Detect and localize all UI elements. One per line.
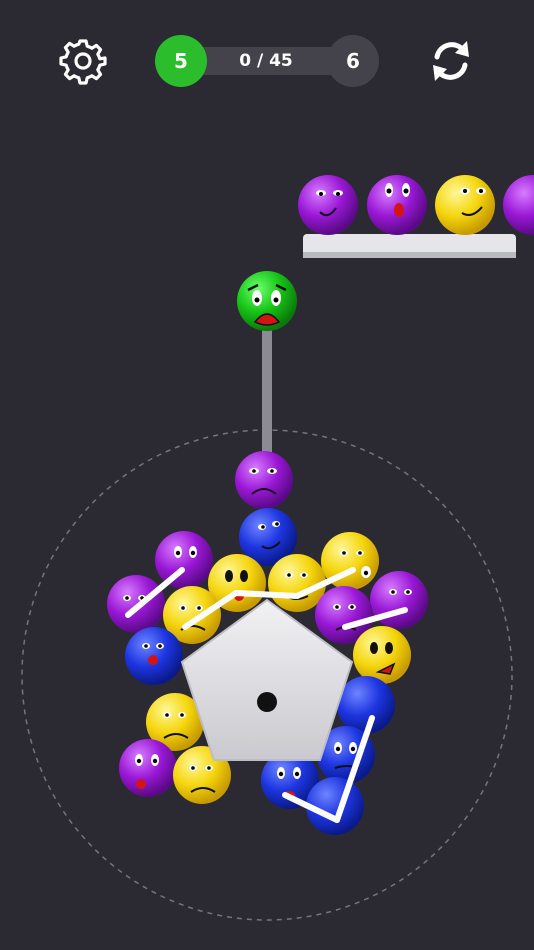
- launcher-stick: [262, 325, 272, 465]
- cluster-ball: [268, 554, 326, 612]
- queue-shelf-edge: [303, 252, 516, 258]
- cluster-ball: [125, 627, 183, 685]
- cluster-ball: [107, 575, 165, 633]
- queue-ball: [367, 175, 427, 235]
- cluster-ball: [235, 451, 293, 509]
- cluster-ball: [119, 739, 177, 797]
- queue-ball: [435, 175, 495, 235]
- cluster-ball: [353, 626, 411, 684]
- active-ball[interactable]: [237, 271, 297, 331]
- game-board[interactable]: [0, 0, 534, 950]
- queue-ball: [298, 175, 358, 235]
- cluster-ball: [337, 676, 395, 734]
- queue-ball: [503, 175, 534, 235]
- cluster-ball: [155, 531, 213, 589]
